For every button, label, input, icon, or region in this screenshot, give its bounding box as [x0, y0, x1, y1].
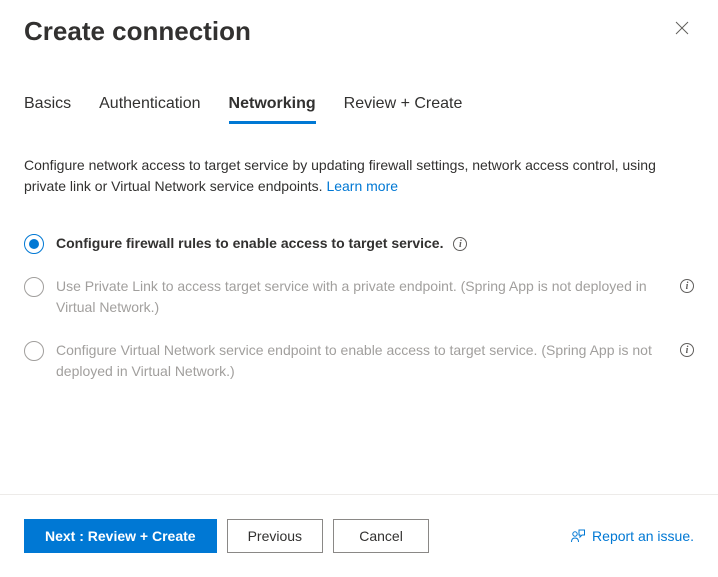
next-button[interactable]: Next : Review + Create — [24, 519, 217, 553]
tab-authentication[interactable]: Authentication — [99, 95, 200, 124]
option-firewall-label: Configure firewall rules to enable acces… — [56, 233, 694, 254]
option-vnet-endpoint-label: Configure Virtual Network service endpoi… — [56, 340, 668, 382]
report-issue-link[interactable]: Report an issue. — [570, 528, 694, 544]
person-feedback-icon — [570, 528, 586, 544]
option-private-link-label: Use Private Link to access target servic… — [56, 276, 668, 318]
previous-button[interactable]: Previous — [227, 519, 323, 553]
tab-networking[interactable]: Networking — [229, 95, 316, 124]
info-icon[interactable]: i — [453, 237, 467, 251]
radio-firewall[interactable] — [24, 234, 44, 254]
tab-review-create[interactable]: Review + Create — [344, 95, 463, 124]
info-icon[interactable]: i — [680, 279, 694, 293]
networking-options: Configure firewall rules to enable acces… — [24, 233, 694, 382]
close-button[interactable] — [670, 16, 694, 43]
close-icon — [674, 20, 690, 36]
option-vnet-endpoint: Configure Virtual Network service endpoi… — [24, 340, 694, 382]
description-text: Configure network access to target servi… — [24, 155, 694, 197]
radio-vnet-endpoint — [24, 341, 44, 361]
tab-basics[interactable]: Basics — [24, 95, 71, 124]
option-firewall: Configure firewall rules to enable acces… — [24, 233, 694, 254]
page-title: Create connection — [24, 16, 251, 47]
learn-more-link[interactable]: Learn more — [326, 178, 398, 194]
cancel-button[interactable]: Cancel — [333, 519, 429, 553]
tab-bar: Basics Authentication Networking Review … — [0, 95, 718, 125]
info-icon[interactable]: i — [680, 343, 694, 357]
option-firewall-text: Configure firewall rules to enable acces… — [56, 235, 443, 251]
radio-private-link — [24, 277, 44, 297]
footer: Next : Review + Create Previous Cancel R… — [0, 494, 718, 577]
option-private-link: Use Private Link to access target servic… — [24, 276, 694, 318]
report-issue-text: Report an issue. — [592, 528, 694, 544]
